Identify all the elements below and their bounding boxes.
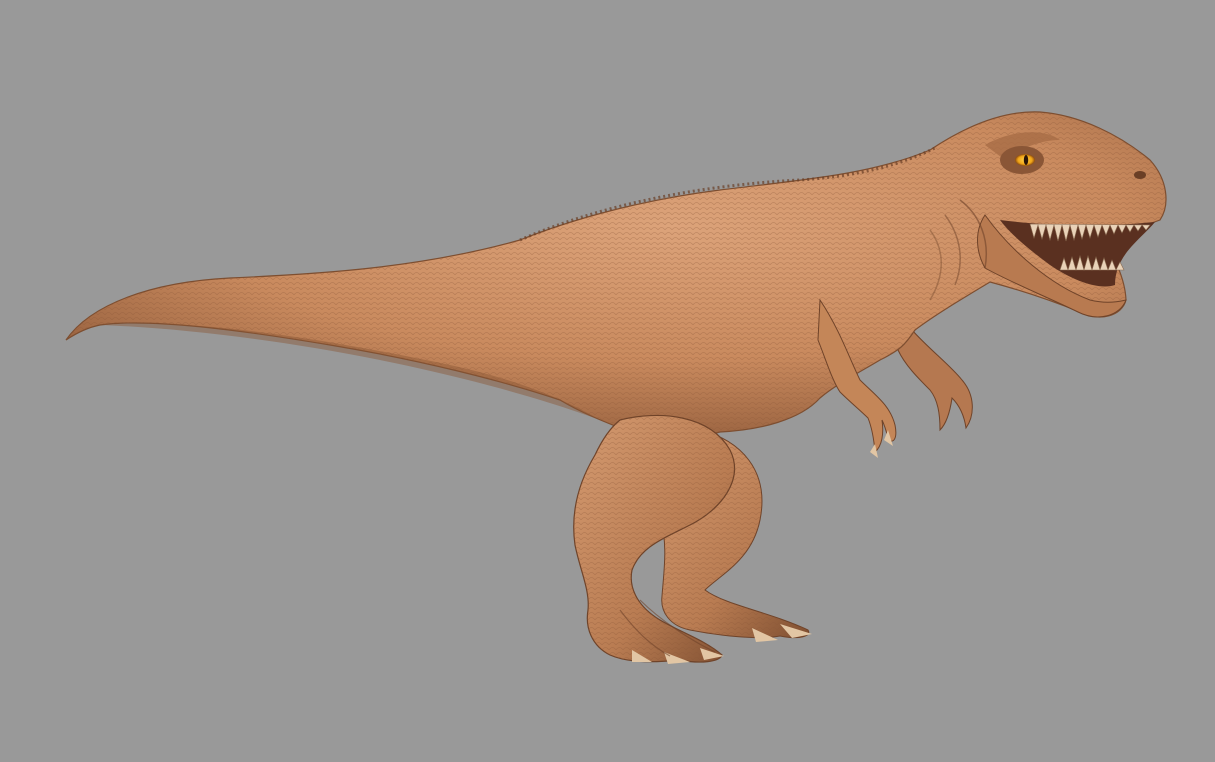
trex-render <box>65 111 1167 664</box>
far-arm <box>897 329 973 432</box>
render-viewport <box>0 0 1215 762</box>
nostril <box>1134 171 1146 179</box>
